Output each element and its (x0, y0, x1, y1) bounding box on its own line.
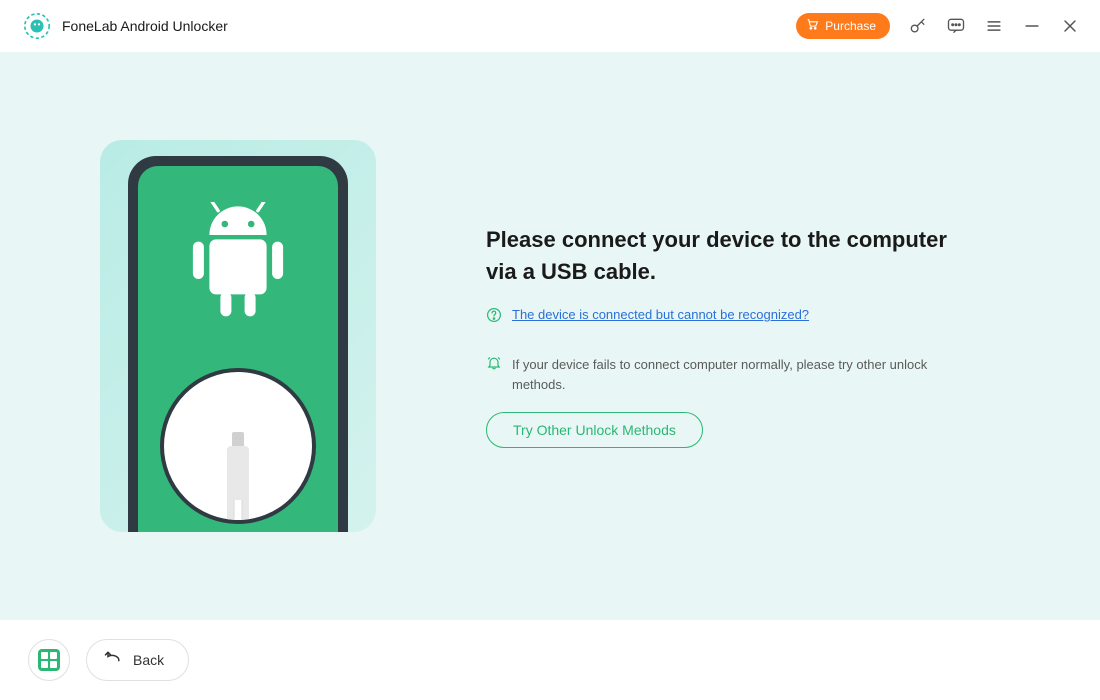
instruction-panel: Please connect your device to the comput… (486, 224, 956, 449)
page-title: Please connect your device to the comput… (486, 224, 956, 288)
question-icon (486, 307, 502, 323)
minimize-icon[interactable] (1022, 16, 1042, 36)
android-icon (183, 202, 293, 339)
home-button[interactable] (28, 639, 70, 681)
tip-text: If your device fails to connect computer… (512, 355, 956, 394)
menu-icon[interactable] (984, 16, 1004, 36)
app-logo-icon (24, 13, 50, 39)
device-not-recognized-link[interactable]: The device is connected but cannot be re… (512, 307, 809, 322)
bell-icon (486, 355, 502, 371)
footer: Back (0, 620, 1100, 700)
purchase-label: Purchase (825, 19, 876, 33)
cart-icon (806, 18, 819, 34)
titlebar-actions: Purchase (796, 13, 1080, 39)
back-button[interactable]: Back (86, 639, 189, 681)
usb-badge (160, 368, 316, 524)
back-arrow-icon (103, 649, 123, 672)
purchase-button[interactable]: Purchase (796, 13, 890, 39)
tip-row: If your device fails to connect computer… (486, 355, 956, 394)
back-label: Back (133, 652, 164, 668)
device-illustration (100, 140, 376, 532)
content-area: Please connect your device to the comput… (0, 52, 1100, 620)
feedback-icon[interactable] (946, 16, 966, 36)
key-icon[interactable] (908, 16, 928, 36)
grid-icon (38, 649, 60, 671)
help-link-row: The device is connected but cannot be re… (486, 307, 956, 323)
titlebar: FoneLab Android Unlocker Purchase (0, 0, 1100, 52)
try-other-methods-button[interactable]: Try Other Unlock Methods (486, 412, 703, 448)
close-icon[interactable] (1060, 16, 1080, 36)
app-title: FoneLab Android Unlocker (62, 18, 228, 34)
usb-connector-icon (227, 446, 249, 520)
